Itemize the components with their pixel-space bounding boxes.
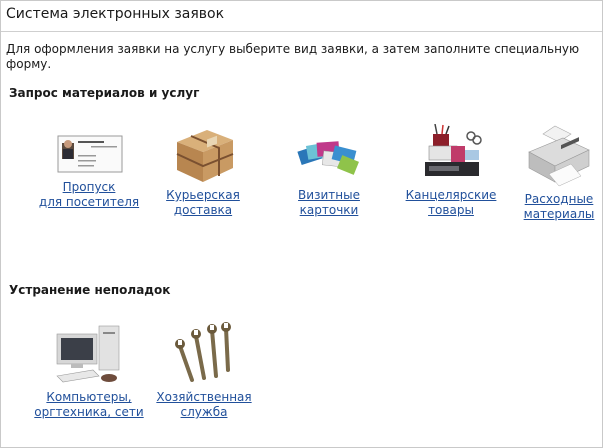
computer-icon — [56, 325, 120, 383]
link-line-2: доставка — [173, 203, 233, 217]
link-line-1: Пропуск — [62, 180, 116, 194]
link-computers[interactable]: Компьютеры, оргтехника, сети — [29, 390, 149, 420]
page-title: Система электронных заявок — [6, 6, 225, 22]
tile-stationery[interactable]: Канцелярские товары — [391, 124, 511, 218]
section-heading-troubleshooting: Устранение неполадок — [9, 283, 171, 297]
title-divider — [1, 31, 602, 32]
tile-consumables[interactable]: Расходные материалы — [499, 124, 603, 222]
link-line-1: Компьютеры, — [46, 390, 132, 404]
link-maintenance[interactable]: Хозяйственная служба — [144, 390, 264, 420]
link-stationery[interactable]: Канцелярские товары — [391, 188, 511, 218]
link-line-1: Визитные — [298, 188, 360, 202]
section-heading-materials: Запрос материалов и услуг — [9, 86, 200, 100]
link-line-2: материалы — [523, 207, 595, 221]
link-line-1: Канцелярские — [405, 188, 497, 202]
parcel-icon — [176, 130, 234, 182]
tile-computers[interactable]: Компьютеры, оргтехника, сети — [29, 322, 149, 420]
link-line-1: Хозяйственная — [156, 390, 252, 404]
link-consumables[interactable]: Расходные материалы — [499, 192, 603, 222]
link-line-2: карточки — [299, 203, 359, 217]
link-visitor-pass[interactable]: Пропуск для посетителя — [29, 180, 149, 210]
tile-visitor-pass[interactable]: Пропуск для посетителя — [29, 124, 149, 210]
link-courier[interactable]: Курьерская доставка — [143, 188, 263, 218]
link-line-2: служба — [180, 405, 228, 419]
business-card-icon — [57, 135, 123, 173]
link-line-2: товары — [428, 203, 474, 217]
link-business-cards[interactable]: Визитные карточки — [269, 188, 389, 218]
printer-icon — [528, 125, 590, 187]
link-line-2: для посетителя — [38, 195, 140, 209]
wrenches-icon — [175, 322, 231, 382]
link-line-2: оргтехника, сети — [34, 405, 144, 419]
tile-maintenance[interactable]: Хозяйственная служба — [144, 322, 264, 420]
stationery-icon — [425, 124, 482, 176]
tile-business-cards[interactable]: Визитные карточки — [269, 124, 389, 218]
tile-courier[interactable]: Курьерская доставка — [143, 124, 263, 218]
link-line-1: Курьерская — [166, 188, 240, 202]
intro-text: Для оформления заявки на услугу выберите… — [6, 42, 580, 71]
link-line-1: Расходные — [524, 192, 594, 206]
cards-icon — [297, 141, 359, 175]
